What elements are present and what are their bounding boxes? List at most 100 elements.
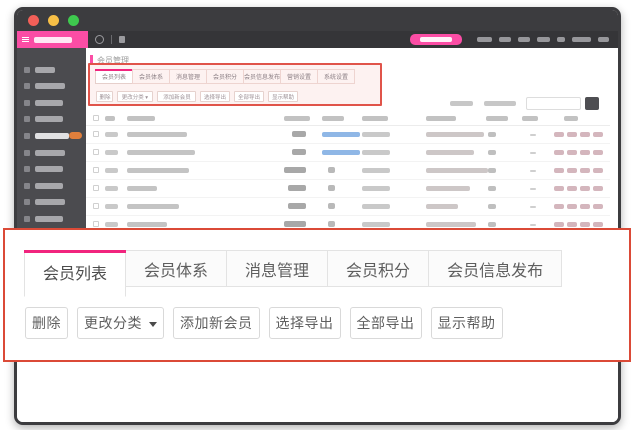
- window-zoom-button[interactable]: [68, 15, 79, 26]
- row-action-placeholder[interactable]: [554, 132, 564, 137]
- notification-icon[interactable]: [119, 36, 125, 43]
- row-action-placeholder[interactable]: [554, 186, 564, 191]
- row-action-placeholder[interactable]: [580, 204, 590, 209]
- toolbar-small-button[interactable]: 显示帮助: [268, 91, 298, 102]
- row-action-placeholder[interactable]: [580, 168, 590, 173]
- header-primary-button[interactable]: [410, 34, 462, 45]
- row-action-placeholder[interactable]: [567, 222, 577, 227]
- window-close-button[interactable]: [28, 15, 39, 26]
- sidebar-item[interactable]: [17, 79, 86, 94]
- header-menu-item[interactable]: [537, 37, 550, 42]
- header-menu-item[interactable]: [572, 37, 591, 42]
- row-action-placeholder[interactable]: [593, 168, 603, 173]
- row-action-placeholder[interactable]: [593, 150, 603, 155]
- row-action-placeholder[interactable]: [580, 132, 590, 137]
- cell-placeholder: [426, 204, 458, 209]
- sidebar-item[interactable]: [17, 178, 86, 193]
- row-action-placeholder[interactable]: [580, 222, 590, 227]
- row-checkbox[interactable]: [93, 203, 99, 209]
- cell-placeholder: [426, 186, 470, 191]
- table-row: [86, 180, 610, 198]
- toolbar-small-button[interactable]: 删除: [96, 91, 113, 102]
- sidebar-item[interactable]: [17, 95, 86, 110]
- sidebar-item-label-placeholder: [35, 199, 65, 205]
- tab-small-label: 系统设置: [324, 72, 348, 81]
- cell-placeholder: [105, 186, 118, 191]
- toolbar-small-button-label: 选择导出: [204, 92, 226, 100]
- tab-small[interactable]: 会员信息发布: [243, 69, 281, 84]
- filter-select-placeholder[interactable]: [484, 101, 516, 106]
- toolbar-small-button[interactable]: 选择导出: [200, 91, 230, 102]
- row-action-placeholder[interactable]: [554, 222, 564, 227]
- toolbar-small: 删除更改分类 ▾ 添加新会员选择导出全部导出显示帮助: [96, 91, 302, 102]
- row-action-placeholder[interactable]: [554, 150, 564, 155]
- row-action-placeholder[interactable]: [554, 168, 564, 173]
- tab-item[interactable]: 会员体系: [125, 250, 227, 287]
- sidebar-item-badge: [69, 132, 82, 139]
- tab-item[interactable]: 会员信息发布: [428, 250, 562, 287]
- sidebar-item-label-placeholder: [35, 183, 63, 189]
- row-action-placeholder[interactable]: [554, 204, 564, 209]
- toolbar-button[interactable]: 全部导出: [350, 307, 422, 339]
- sidebar-item[interactable]: [17, 128, 86, 143]
- row-checkbox[interactable]: [93, 149, 99, 155]
- link-placeholder: [322, 132, 360, 137]
- header-menu-item[interactable]: [477, 37, 492, 42]
- tab-small[interactable]: 会员积分: [206, 69, 244, 84]
- cell-placeholder: [488, 150, 496, 155]
- sidebar-item[interactable]: [17, 162, 86, 177]
- app-logo[interactable]: [17, 31, 88, 48]
- tab-small[interactable]: 营销设置: [280, 69, 318, 84]
- select-all-checkbox[interactable]: [93, 115, 99, 121]
- row-action-placeholder[interactable]: [593, 186, 603, 191]
- row-action-placeholder[interactable]: [567, 150, 577, 155]
- row-action-placeholder[interactable]: [567, 132, 577, 137]
- row-checkbox[interactable]: [93, 221, 99, 227]
- sidebar-item[interactable]: [17, 145, 86, 160]
- search-input[interactable]: [526, 97, 581, 110]
- tab-small[interactable]: 会员列表: [95, 69, 133, 84]
- toolbar-button[interactable]: 添加新会员: [173, 307, 260, 339]
- toolbar-small-button[interactable]: 添加新会员: [157, 91, 196, 102]
- tab-item[interactable]: 会员积分: [327, 250, 429, 287]
- tab-label: 会员体系: [144, 257, 208, 281]
- toolbar-button[interactable]: 更改分类: [77, 307, 164, 339]
- toolbar-button[interactable]: 选择导出: [269, 307, 341, 339]
- header-menu-item[interactable]: [518, 37, 530, 42]
- search-button[interactable]: [585, 97, 599, 110]
- sidebar-item[interactable]: [17, 112, 86, 127]
- row-checkbox[interactable]: [93, 185, 99, 191]
- refresh-icon[interactable]: [95, 35, 104, 44]
- row-checkbox[interactable]: [93, 167, 99, 173]
- row-action-placeholder[interactable]: [593, 132, 603, 137]
- toolbar-button[interactable]: 显示帮助: [431, 307, 503, 339]
- tab-item[interactable]: 消息管理: [226, 250, 328, 287]
- tab-small[interactable]: 会员体系: [132, 69, 170, 84]
- cell-placeholder: [127, 132, 187, 137]
- sidebar-item[interactable]: [17, 211, 86, 226]
- row-action-placeholder[interactable]: [593, 222, 603, 227]
- toolbar-button[interactable]: 删除: [25, 307, 68, 339]
- window-minimize-button[interactable]: [48, 15, 59, 26]
- sidebar-item-icon: [24, 183, 30, 189]
- row-checkbox[interactable]: [93, 131, 99, 137]
- sidebar-item[interactable]: [17, 195, 86, 210]
- cell-placeholder: [105, 204, 118, 209]
- toolbar-small-button[interactable]: 更改分类 ▾: [117, 91, 153, 102]
- row-action-placeholder[interactable]: [567, 186, 577, 191]
- header-menu-item[interactable]: [557, 37, 565, 42]
- tab-small[interactable]: 消息管理: [169, 69, 207, 84]
- row-action-placeholder[interactable]: [580, 186, 590, 191]
- tab-small[interactable]: 系统设置: [317, 69, 355, 84]
- cell-placeholder: [127, 168, 189, 173]
- sidebar-item[interactable]: [17, 62, 86, 77]
- row-action-placeholder[interactable]: [593, 204, 603, 209]
- toolbar-small-button[interactable]: 全部导出: [234, 91, 264, 102]
- row-action-placeholder[interactable]: [567, 168, 577, 173]
- row-action-placeholder[interactable]: [580, 150, 590, 155]
- cell-placeholder: [426, 168, 488, 173]
- header-menu-item[interactable]: [499, 37, 511, 42]
- tab-active[interactable]: 会员列表: [24, 250, 126, 297]
- row-action-placeholder[interactable]: [567, 204, 577, 209]
- header-menu-item[interactable]: [598, 37, 609, 42]
